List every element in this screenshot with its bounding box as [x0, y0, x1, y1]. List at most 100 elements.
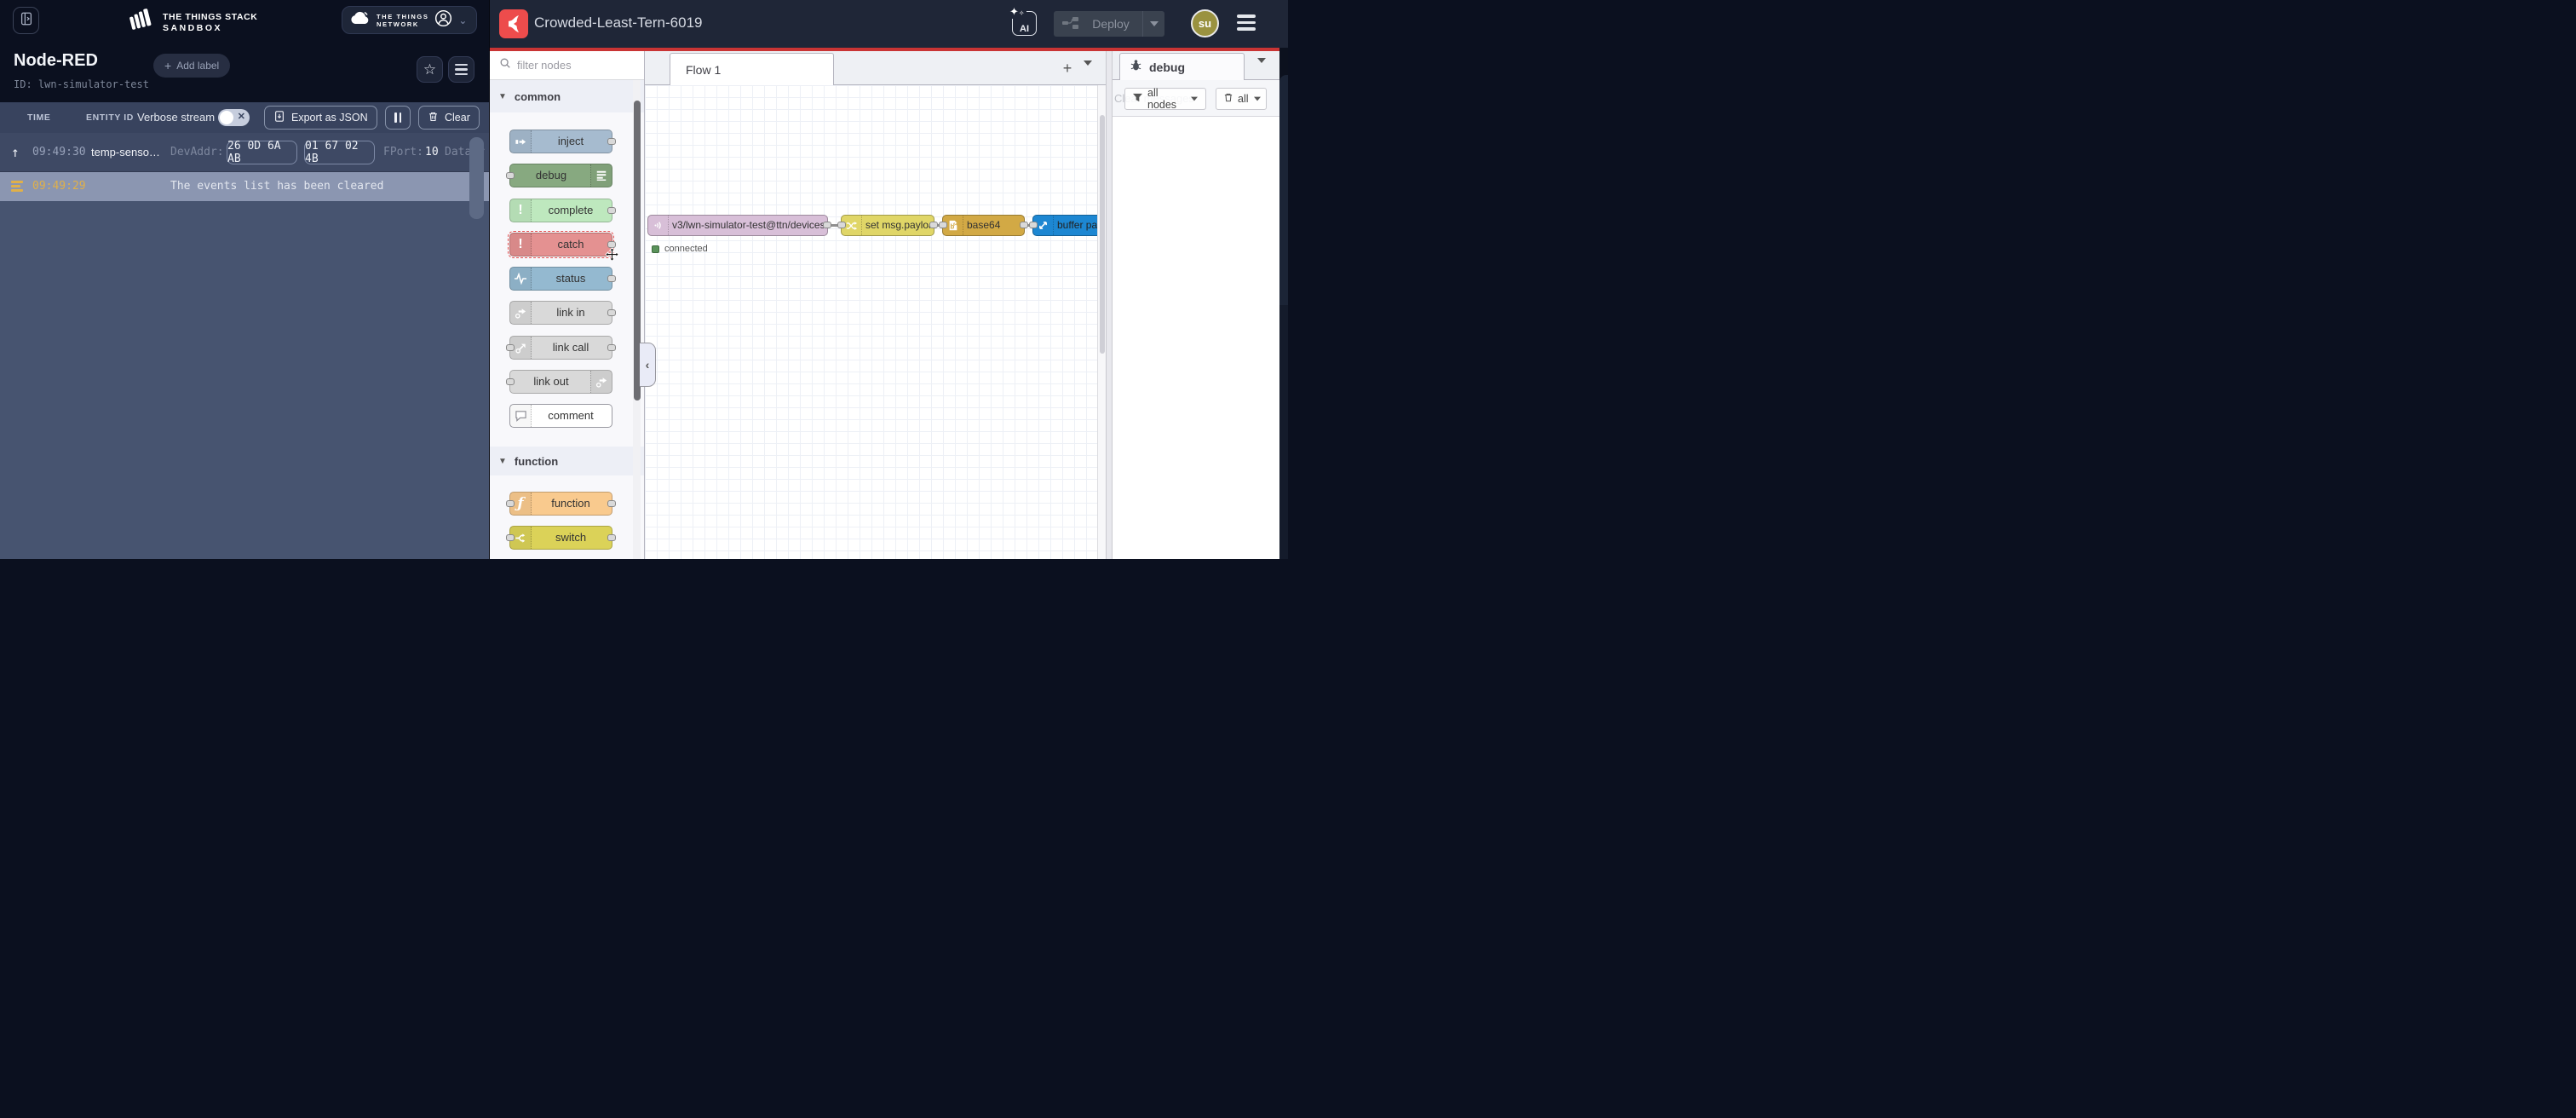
palette-filter-input[interactable] [517, 59, 619, 72]
add-label-button[interactable]: + Add label [153, 54, 230, 78]
input-port[interactable] [506, 378, 515, 385]
output-port[interactable] [607, 207, 616, 214]
svg-text:64: 64 [953, 222, 957, 227]
palette-node-link-call[interactable]: link call [509, 336, 612, 360]
palette-node-status[interactable]: status [509, 267, 612, 291]
output-port[interactable] [929, 222, 938, 228]
export-file-icon [273, 110, 285, 125]
caret-down-icon [1254, 97, 1261, 101]
output-port[interactable] [607, 534, 616, 541]
flow-node-buffer-parser[interactable]: buffer parser [1032, 215, 1106, 236]
sidebar-toggle-icon [19, 11, 34, 31]
palette-node-debug[interactable]: debug [509, 164, 612, 187]
toggle-off-x-icon: ✕ [238, 111, 245, 122]
input-port[interactable] [506, 344, 515, 351]
canvas-vertical-scrollbar[interactable] [1097, 85, 1106, 559]
user-avatar[interactable]: su [1191, 9, 1219, 37]
link-out-icon [590, 371, 612, 393]
sidebar-splitter[interactable] [1106, 51, 1113, 559]
ttn-title-bar: Node-RED + Add label ID: lwn-simulator-t… [0, 41, 490, 102]
events-cleared-icon [11, 181, 23, 193]
palette-node-comment[interactable]: comment [509, 404, 612, 428]
input-port[interactable] [506, 172, 515, 179]
palette-section-function[interactable]: ▼ function [490, 447, 644, 475]
trash-icon [428, 111, 439, 125]
palette-node-catch[interactable]: ! catch [509, 233, 612, 256]
clear-events-button[interactable]: Clear [418, 106, 480, 130]
status-pulse-icon [510, 268, 532, 290]
debug-clear-button[interactable]: all [1216, 88, 1267, 110]
flow-node-mqtt-in[interactable]: v3/lwn-simulator-test@ttn/devices/+/up [647, 215, 828, 236]
verbose-stream-toggle[interactable]: ✕ [218, 109, 250, 126]
event-time: 09:49:29 [32, 172, 86, 201]
deploy-button[interactable]: Deploy [1054, 11, 1164, 37]
canvas-scrollbar-thumb[interactable] [1100, 115, 1105, 354]
flow-node-change[interactable]: set msg.payload [841, 215, 934, 236]
output-port[interactable] [823, 222, 831, 228]
output-port[interactable] [1020, 222, 1028, 228]
cloud-icon [350, 11, 371, 29]
main-menu-button[interactable] [1237, 14, 1256, 34]
network-switcher-button[interactable]: THE THINGS NETWORK ⌄ [342, 6, 477, 34]
output-port[interactable] [607, 275, 616, 282]
inject-icon [510, 130, 532, 153]
bookmark-star-button[interactable]: ☆ [417, 56, 443, 83]
ttn-logo-icon [126, 8, 155, 37]
input-port[interactable] [939, 222, 947, 228]
events-scrollbar[interactable] [469, 137, 484, 219]
sidebar-tab-debug[interactable]: debug [1119, 53, 1245, 81]
output-port[interactable] [607, 138, 616, 145]
screen: THE THINGS STACK SANDBOX THE THINGS NETW… [0, 0, 1288, 559]
flow-list-caret[interactable] [1084, 66, 1092, 81]
comment-bubble-icon [510, 405, 532, 427]
ai-assistant-button[interactable]: ✦✧ AI [1012, 11, 1037, 36]
palette-node-function[interactable]: ƒ function [509, 492, 612, 516]
flow-canvas[interactable]: v3/lwn-simulator-test@ttn/devices/+/up c… [645, 85, 1106, 559]
palette-collapse-button[interactable]: ‹ [640, 343, 656, 387]
application-title: Node-RED [14, 51, 98, 71]
deploy-options-caret[interactable] [1142, 11, 1164, 37]
fport-value: 10 [425, 133, 439, 172]
fport-label: FPort: [383, 133, 423, 172]
palette-node-switch[interactable]: switch [509, 526, 612, 550]
input-port[interactable] [1029, 222, 1038, 228]
output-port[interactable] [607, 344, 616, 351]
palette-node-inject[interactable]: inject [509, 130, 612, 153]
palette-section-common[interactable]: ▼ common [490, 80, 644, 112]
palette-node-complete[interactable]: ! complete [509, 199, 612, 222]
palette-node-link-out[interactable]: link out [509, 370, 612, 394]
add-flow-button[interactable]: + [1056, 57, 1078, 79]
bug-icon [1130, 59, 1142, 76]
event-row-cleared[interactable]: 09:49:29 The events list has been cleare… [0, 172, 490, 201]
title-menu-button[interactable] [448, 56, 474, 83]
payload-value-pill[interactable]: 01 67 02 4B [304, 141, 375, 164]
event-row-uplink[interactable]: ↑ 09:49:30 temp-senso… DevAddr: 26 0D 6A… [0, 133, 490, 172]
link-in-icon [510, 302, 532, 324]
tab-flow-1[interactable]: Flow 1 [670, 53, 834, 86]
palette-scrollbar[interactable] [633, 80, 641, 559]
palette-search[interactable] [490, 51, 644, 80]
pause-stream-button[interactable] [385, 106, 411, 130]
chevron-down-icon: ▼ [498, 92, 507, 101]
debug-filter-button[interactable]: all nodes [1124, 88, 1206, 110]
input-port[interactable] [506, 500, 515, 507]
input-port[interactable] [837, 222, 846, 228]
toggle-knob [220, 111, 233, 124]
debug-messages-area [1113, 117, 1279, 559]
sidebar-toggle-button[interactable] [13, 7, 39, 34]
output-port[interactable] [607, 309, 616, 316]
export-json-button[interactable]: Export as JSON [264, 106, 377, 130]
status-dot-connected [652, 245, 659, 253]
devaddr-value-pill[interactable]: 26 0D 6A AB [227, 141, 297, 164]
chevron-down-icon: ▼ [498, 457, 507, 466]
debug-icon [590, 164, 612, 187]
sidebar-tabs-caret[interactable] [1257, 63, 1266, 78]
event-time: 09:49:30 [32, 133, 86, 172]
palette-node-link-in[interactable]: link in [509, 301, 612, 325]
flow-node-base64[interactable]: b 64 base64 [942, 215, 1025, 236]
output-port[interactable] [607, 500, 616, 507]
column-header-entity-id: ENTITY ID [86, 112, 134, 123]
network-name: THE THINGS NETWORK [377, 13, 428, 28]
hamburger-icon [1237, 14, 1256, 18]
input-port[interactable] [506, 534, 515, 541]
